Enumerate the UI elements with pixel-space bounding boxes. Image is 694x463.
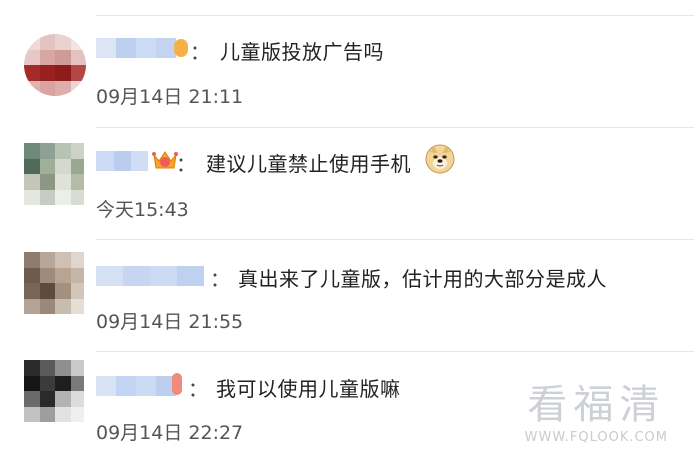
member-badge-icon — [172, 373, 182, 395]
avatar[interactable] — [24, 360, 84, 422]
username-blurred[interactable] — [96, 376, 176, 396]
comment-colon: ： — [176, 152, 196, 176]
member-badge-icon — [174, 39, 188, 57]
comment-item: ： 建议儿童禁止使用手机 今天15:43 — [0, 127, 694, 239]
watermark-url: WWW.FQLOOK.COM — [524, 430, 668, 445]
comment-colon: ： — [210, 267, 230, 291]
username-blurred[interactable] — [96, 266, 204, 286]
comment-time: 09月14日 21:55 — [96, 311, 244, 333]
comment-time: 今天15:43 — [96, 199, 189, 221]
divider — [96, 351, 694, 352]
comment-time: 09月14日 21:11 — [96, 86, 244, 108]
comment-colon: ： — [190, 40, 210, 64]
avatar[interactable] — [24, 34, 86, 96]
comment-colon: ： — [188, 377, 208, 401]
comment-item: ： 儿童版投放广告吗 09月14日 21:11 — [0, 15, 694, 127]
watermark: 看福清 WWW.FQLOOK.COM — [525, 372, 668, 445]
divider — [96, 127, 694, 128]
comment-text: 建议儿童禁止使用手机 — [206, 152, 411, 176]
avatar[interactable] — [24, 252, 84, 314]
divider — [96, 239, 694, 240]
comment-text: 真出来了儿童版，估计用的大部分是成人 — [238, 267, 607, 291]
crown-badge-icon — [152, 151, 178, 169]
watermark-title: 看福清 — [527, 382, 666, 428]
username-blurred[interactable] — [96, 151, 148, 171]
comment-text: 我可以使用儿童版嘛 — [216, 377, 401, 401]
divider — [96, 15, 694, 16]
avatar[interactable] — [24, 143, 84, 205]
comment-item: ： 真出来了儿童版，估计用的大部分是成人 09月14日 21:55 — [0, 239, 694, 351]
username-blurred[interactable] — [96, 38, 176, 58]
comment-text: 儿童版投放广告吗 — [220, 40, 384, 64]
doge-emoji-icon — [425, 144, 455, 174]
comment-time: 09月14日 22:27 — [96, 422, 244, 444]
